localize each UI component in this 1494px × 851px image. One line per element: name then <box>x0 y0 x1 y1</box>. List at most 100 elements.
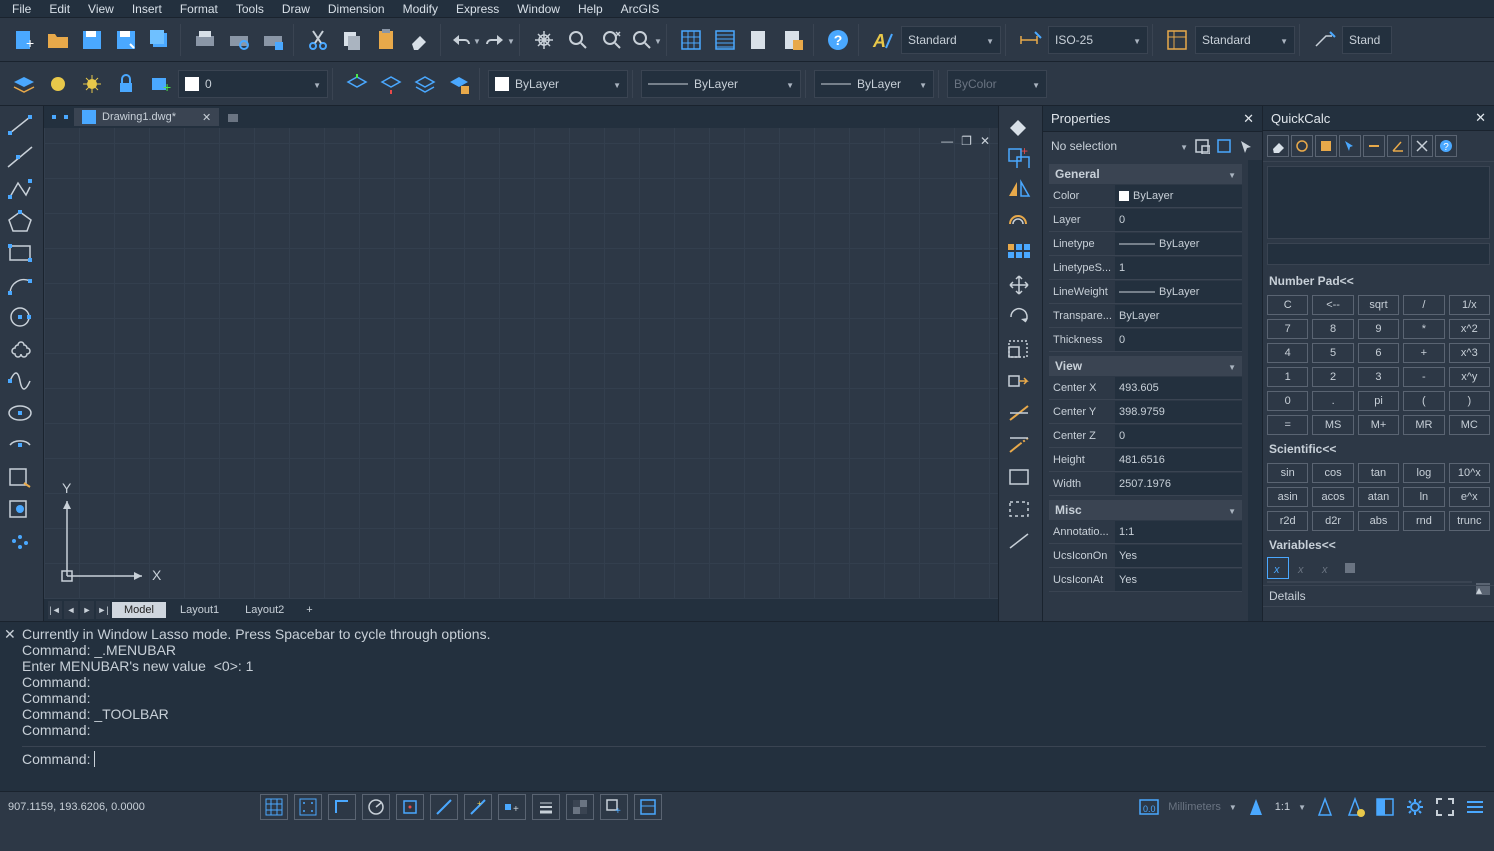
tab-model[interactable]: Model <box>112 602 166 618</box>
qc-button-M[interactable]: M+ <box>1358 415 1399 435</box>
qc-button-C[interactable]: C <box>1267 295 1308 315</box>
menu-window[interactable]: Window <box>509 0 568 18</box>
menu-express[interactable]: Express <box>448 0 507 18</box>
construction-line-tool[interactable] <box>2 142 38 172</box>
qc-button-x2[interactable]: x^2 <box>1449 319 1490 339</box>
qc-button-rnd[interactable]: rnd <box>1403 511 1444 531</box>
prop-value[interactable]: 0 <box>1115 209 1242 231</box>
menu-dimension[interactable]: Dimension <box>320 0 393 18</box>
offset-tool[interactable] <box>1001 206 1037 236</box>
chevron-down-icon[interactable] <box>1298 801 1306 813</box>
qc-button-MS[interactable]: MS <box>1312 415 1353 435</box>
tab-layout2[interactable]: Layout2 <box>233 602 296 618</box>
prop-row[interactable]: Width2507.1976 <box>1049 472 1242 496</box>
status-annoscale-label[interactable]: 1:1 <box>1275 801 1290 813</box>
quickcalc-variables-list[interactable]: ⊟Sample variableskPhixdeexillexmeexneexr… <box>1267 581 1472 583</box>
prop-row[interactable]: Thickness0 <box>1049 328 1242 352</box>
qc-button-acos[interactable]: acos <box>1312 487 1353 507</box>
table-button-1[interactable] <box>675 24 707 56</box>
menu-format[interactable]: Format <box>172 0 226 18</box>
layer-dropdown[interactable]: 0 <box>178 70 328 98</box>
scale-tool[interactable] <box>1001 334 1037 364</box>
prop-value[interactable]: 493.605 <box>1115 377 1242 399</box>
qc-button-[interactable]: = <box>1267 415 1308 435</box>
status-grid-button[interactable] <box>260 794 288 820</box>
point-tool[interactable] <box>2 526 38 556</box>
tab-layout1[interactable]: Layout1 <box>168 602 231 618</box>
print-preview-button[interactable] <box>223 24 255 56</box>
properties-selection-label[interactable]: No selection <box>1051 139 1117 153</box>
color-dropdown[interactable]: ByLayer <box>488 70 628 98</box>
prop-row[interactable]: ColorByLayer <box>1049 184 1242 208</box>
menu-insert[interactable]: Insert <box>124 0 170 18</box>
quickcalc-close-icon[interactable]: ✕ <box>1475 110 1486 126</box>
prop-section-misc[interactable]: Misc <box>1049 500 1242 520</box>
zoom-window-button[interactable] <box>596 24 628 56</box>
line-tool[interactable] <box>2 110 38 140</box>
chevron-down-icon[interactable] <box>1229 801 1237 813</box>
qc-button-r2d[interactable]: r2d <box>1267 511 1308 531</box>
prop-value[interactable]: ByLayer <box>1115 281 1242 303</box>
circle-tool[interactable] <box>2 302 38 332</box>
qc-button-x3[interactable]: x^3 <box>1449 343 1490 363</box>
pin-icon[interactable] <box>50 109 70 125</box>
zoom-previous-button[interactable] <box>630 24 662 56</box>
stretch-tool[interactable] <box>1001 366 1037 396</box>
qc-button-1x[interactable]: 1/x <box>1449 295 1490 315</box>
qc-button-ln[interactable]: ln <box>1403 487 1444 507</box>
qc-button-[interactable]: ( <box>1403 391 1444 411</box>
rotate-tool[interactable] <box>1001 302 1037 332</box>
qc-button-1[interactable]: 1 <box>1267 367 1308 387</box>
qc-button-0[interactable]: 0 <box>1267 391 1308 411</box>
restore-view-icon[interactable]: ❐ <box>961 134 972 148</box>
qc-clear-button[interactable] <box>1267 135 1289 157</box>
join-tool[interactable] <box>1001 526 1037 556</box>
qc-button-MR[interactable]: MR <box>1403 415 1444 435</box>
ellipse-tool[interactable] <box>2 398 38 428</box>
qc-button-asin[interactable]: asin <box>1267 487 1308 507</box>
qc-button-tan[interactable]: tan <box>1358 463 1399 483</box>
quickcalc-vars-header[interactable]: Variables<< <box>1263 535 1494 555</box>
undo-button[interactable] <box>449 24 481 56</box>
prop-row[interactable]: Center Y398.9759 <box>1049 400 1242 424</box>
qc-button-MC[interactable]: MC <box>1449 415 1490 435</box>
move-tool[interactable] <box>1001 270 1037 300</box>
polygon-tool[interactable] <box>2 206 38 236</box>
prop-value[interactable]: 481.6516 <box>1115 449 1242 471</box>
qc-button-ex[interactable]: e^x <box>1449 487 1490 507</box>
qc-button-[interactable]: + <box>1403 343 1444 363</box>
qc-button-[interactable]: * <box>1403 319 1444 339</box>
help-button[interactable]: ? <box>822 24 854 56</box>
polyline-tool[interactable] <box>2 174 38 204</box>
layer-freeze-button[interactable] <box>76 68 108 100</box>
ellipse-arc-tool[interactable] <box>2 430 38 460</box>
table-style-dropdown[interactable]: Standard <box>1195 26 1295 54</box>
status-qp-button[interactable] <box>634 794 662 820</box>
extend-tool[interactable] <box>1001 430 1037 460</box>
status-otrack-button[interactable] <box>430 794 458 820</box>
menu-modify[interactable]: Modify <box>395 0 446 18</box>
text-style-dropdown[interactable]: Standard <box>901 26 1001 54</box>
status-ortho-button[interactable] <box>328 794 356 820</box>
menu-help[interactable]: Help <box>570 0 611 18</box>
qc-button-4[interactable]: 4 <box>1267 343 1308 363</box>
cut-button[interactable] <box>302 24 334 56</box>
layer-state-1-button[interactable] <box>341 68 373 100</box>
layer-props-button[interactable] <box>8 68 40 100</box>
qc-button-abs[interactable]: abs <box>1358 511 1399 531</box>
qc-button-8[interactable]: 8 <box>1312 319 1353 339</box>
prop-value[interactable]: 0 <box>1115 425 1242 447</box>
status-annovisibility-icon[interactable] <box>1344 796 1366 818</box>
prop-value[interactable]: Yes <box>1115 545 1242 567</box>
insert-button[interactable] <box>743 24 775 56</box>
arc-tool[interactable] <box>2 270 38 300</box>
prop-section-view[interactable]: View <box>1049 356 1242 376</box>
prop-row[interactable]: Transpare...ByLayer <box>1049 304 1242 328</box>
saveas-button[interactable] <box>110 24 142 56</box>
menu-file[interactable]: File <box>4 0 39 18</box>
qc-distance-button[interactable] <box>1363 135 1385 157</box>
status-annoauto-icon[interactable] <box>1314 796 1336 818</box>
close-view-icon[interactable]: ✕ <box>980 134 990 148</box>
qc-history-button[interactable] <box>1291 135 1313 157</box>
dim-style-dropdown[interactable]: ISO-25 <box>1048 26 1148 54</box>
